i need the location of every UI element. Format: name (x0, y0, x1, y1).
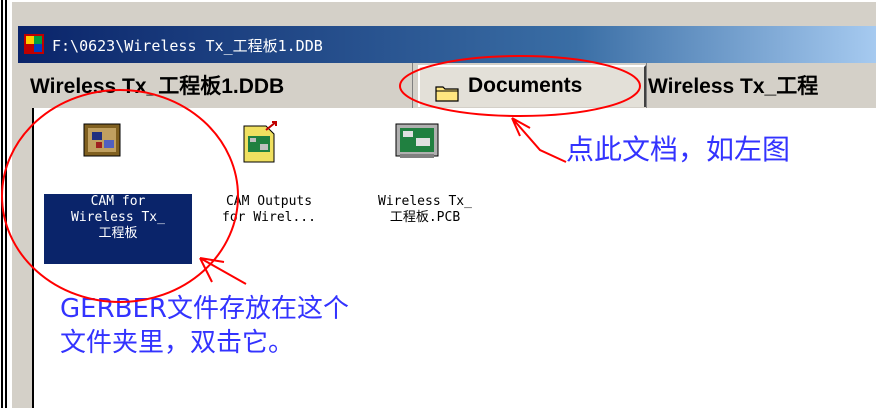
document-tab-strip: Wireless Tx_工程板1.DDB Documents Wireless … (18, 63, 876, 108)
documents-note: 点此文档，如左图 (566, 133, 791, 166)
tab-wireless-tx[interactable]: Wireless Tx_工程 (648, 68, 818, 106)
tab-documents[interactable]: Documents (418, 65, 646, 107)
tab-ddb-label: Wireless Tx_工程板1.DDB (30, 75, 285, 98)
pcb-file-icon[interactable] (392, 118, 442, 166)
cam-outputs-icon[interactable] (236, 120, 284, 172)
cam-folder-icon[interactable] (82, 120, 122, 164)
tab-separator (412, 63, 413, 108)
tab-ddb[interactable]: Wireless Tx_工程板1.DDB (30, 68, 284, 106)
tab-separator (646, 63, 647, 108)
left-window-border (0, 0, 10, 408)
tab-documents-label: Documents (468, 74, 583, 97)
gerber-note-line1: GERBER文件存放在这个 (60, 294, 349, 324)
app-icon[interactable] (24, 34, 44, 54)
file-label-pcb[interactable]: Wireless Tx_ 工程板.PCB (352, 194, 498, 234)
file-label-cam-outputs[interactable]: CAM Outputs for Wirel... (202, 194, 336, 234)
folder-icon (435, 77, 459, 102)
file-label-cam-folder[interactable]: CAM for Wireless Tx_ 工程板 (44, 194, 192, 264)
title-bar[interactable]: F:\0623\Wireless Tx_工程板1.DDB (18, 26, 876, 63)
gerber-note-line2: 文件夹里，双击它。 (60, 328, 295, 358)
tab-wireless-tx-label: Wireless Tx_工程 (648, 75, 819, 98)
window-title: F:\0623\Wireless Tx_工程板1.DDB (52, 37, 323, 55)
